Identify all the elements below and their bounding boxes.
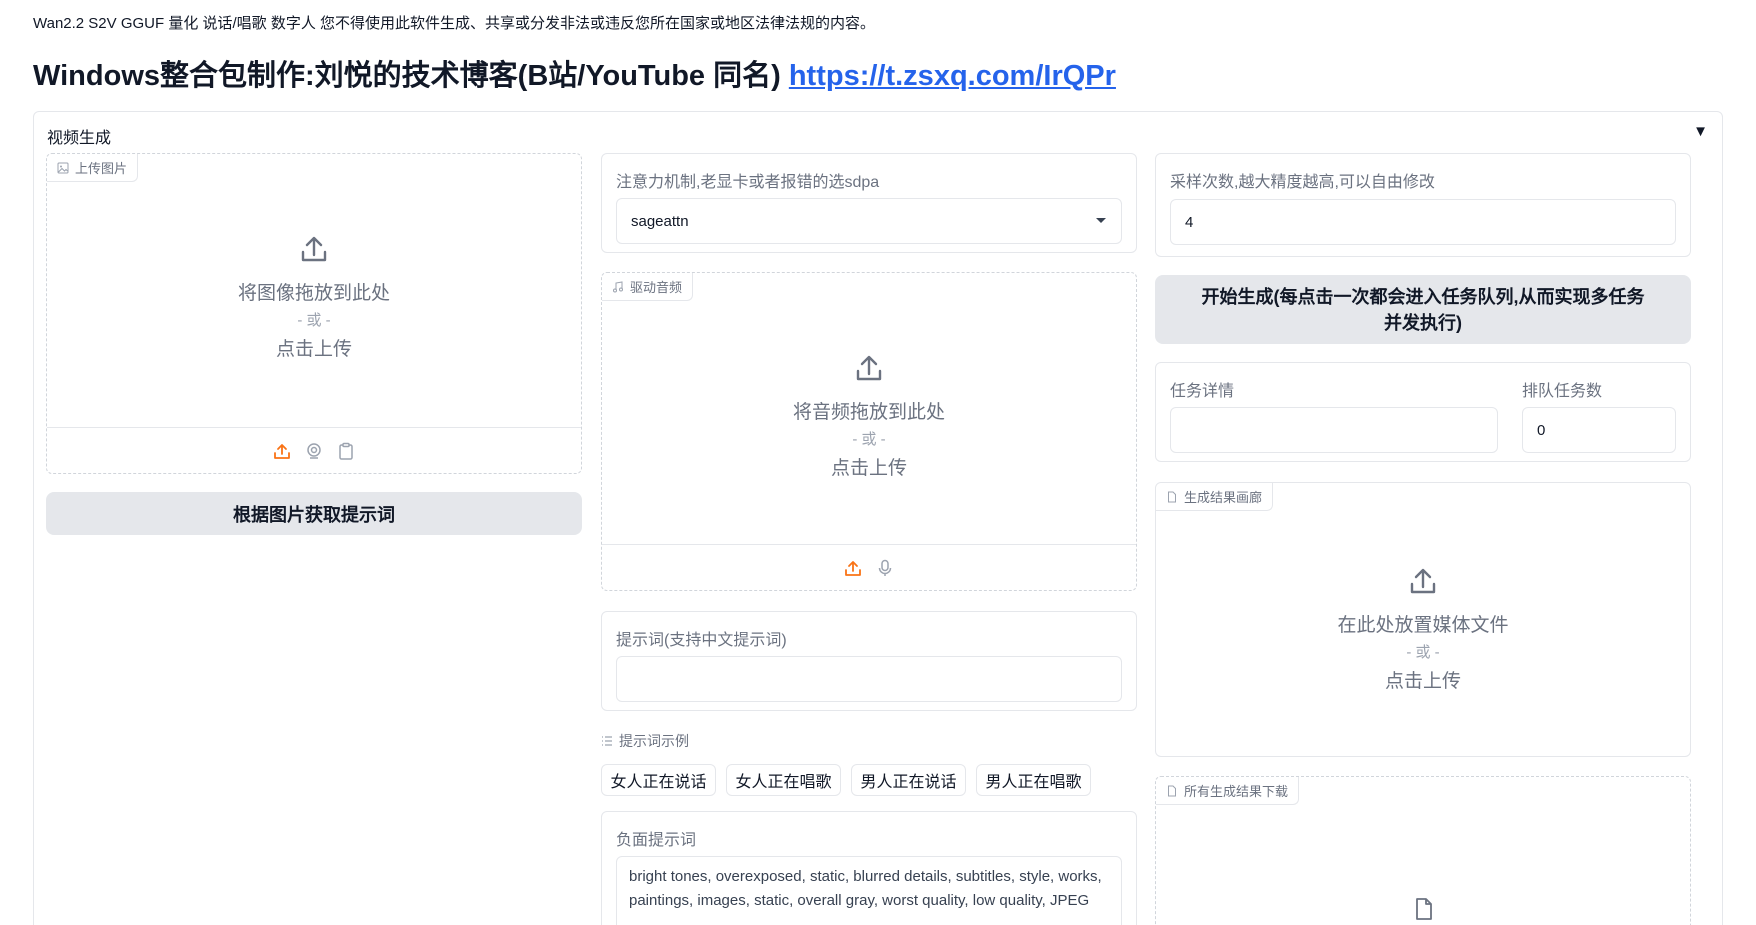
file-icon [1168,491,1176,502]
webcam-icon[interactable] [303,440,325,462]
gallery-block[interactable]: 生成结果画廊 在此处放置媒体文件 - 或 - 点击上传 [1155,482,1691,757]
audio-or-text: - 或 - [852,431,886,448]
dropdown-arrow-icon [1096,218,1106,223]
page: Wan2.2 S2V GGUF 量化 说话/唱歌 数字人 您不得使用此软件生成、… [0,0,1756,925]
example-button-man-talking[interactable]: 男人正在说话 [851,764,966,796]
image-drop-text: 将图像拖放到此处 [237,283,390,304]
image-drop-zone[interactable]: 将图像拖放到此处 - 或 - 点击上传 [47,234,581,361]
music-icon [613,280,623,292]
legal-notice: Wan2.2 S2V GGUF 量化 说话/唱歌 数字人 您不得使用此软件生成、… [33,15,875,32]
prompt-input[interactable] [616,656,1122,702]
queue-count-input[interactable]: 0 [1522,407,1676,453]
downloads-chip: 所有生成结果下载 [1156,777,1300,805]
attention-select[interactable]: sageattn [616,198,1122,244]
gallery-chip-label: 生成结果画廊 [1184,490,1263,505]
community-link[interactable]: https://t.zsxq.com/IrQPr [789,60,1116,92]
steps-input[interactable]: 4 [1170,199,1676,245]
image-upload-chip-label: 上传图片 [75,161,128,176]
file-icon [1416,898,1432,920]
task-details-input[interactable] [1170,407,1498,453]
prompt-from-image-button[interactable]: 根据图片获取提示词 [46,492,582,535]
upload-icon [1410,568,1436,594]
image-upload-area[interactable]: 上传图片 将图像拖放到此处 - 或 - 点击上传 [46,153,582,474]
gallery-chip: 生成结果画廊 [1156,483,1274,511]
task-status-block: 任务详情 排队任务数 0 [1155,362,1691,462]
image-click-text: 点击上传 [275,339,352,360]
negative-prompt-label: 负面提示词 [616,832,697,849]
task-details-label: 任务详情 [1170,383,1235,400]
image-source-toolbar [47,427,581,473]
example-button-woman-talking[interactable]: 女人正在说话 [601,764,716,796]
example-button-woman-singing[interactable]: 女人正在唱歌 [726,764,841,796]
steps-block: 采样次数,越大精度越高,可以自由修改 4 [1155,153,1691,257]
attention-label: 注意力机制,老显卡或者报错的选sdpa [616,174,880,191]
generate-button[interactable]: 开始生成(每点击一次都会进入任务队列,从而实现多任务并发执行) [1155,275,1691,344]
gallery-click-text: 点击上传 [1384,671,1461,692]
audio-click-text: 点击上传 [830,458,907,479]
page-title: Windows整合包制作:刘悦的技术博客(B站/YouTube 同名) http… [33,52,1116,94]
gallery-drop-text: 在此处放置媒体文件 [1337,615,1509,636]
example-button-man-singing[interactable]: 男人正在唱歌 [976,764,1091,796]
image-icon [57,162,69,173]
list-icon [602,736,612,746]
panel-title: 视频生成 [47,130,112,147]
page-title-text: Windows整合包制作:刘悦的技术博客(B站/YouTube 同名) [33,60,789,92]
collapse-toggle-icon[interactable]: ▼ [1693,123,1708,140]
audio-upload-chip: 驱动音频 [602,273,694,301]
steps-label: 采样次数,越大精度越高,可以自由修改 [1170,174,1435,191]
audio-upload-chip-label: 驱动音频 [630,280,683,295]
queue-count-label: 排队任务数 [1522,383,1603,400]
upload-icon[interactable] [842,557,864,579]
upload-icon [301,236,327,262]
upload-icon [856,355,882,381]
file-icon [1168,785,1176,796]
examples-header: 提示词示例 [601,731,689,751]
audio-upload-area[interactable]: 驱动音频 将音频拖放到此处 - 或 - 点击上传 [601,272,1137,591]
examples-label: 提示词示例 [619,733,689,749]
image-upload-chip: 上传图片 [47,154,139,182]
audio-source-toolbar [602,544,1136,590]
attention-block: 注意力机制,老显卡或者报错的选sdpa sageattn [601,153,1137,253]
negative-prompt-block: 负面提示词 bright tones, overexposed, static,… [601,811,1137,925]
gallery-drop-zone[interactable]: 在此处放置媒体文件 - 或 - 点击上传 [1156,566,1690,693]
gallery-or-text: - 或 - [1406,644,1440,661]
upload-icon[interactable] [271,440,293,462]
attention-selected-value: sageattn [631,212,689,230]
microphone-icon[interactable] [874,557,896,579]
downloads-chip-label: 所有生成结果下载 [1184,784,1289,799]
negative-prompt-textarea[interactable]: bright tones, overexposed, static, blurr… [616,856,1122,925]
prompt-block: 提示词(支持中文提示词) [601,611,1137,711]
downloads-block[interactable]: 所有生成结果下载 [1155,776,1691,925]
image-or-text: - 或 - [297,312,331,329]
prompt-label: 提示词(支持中文提示词) [616,632,787,649]
audio-drop-text: 将音频拖放到此处 [792,402,945,423]
clipboard-icon[interactable] [335,440,357,462]
audio-drop-zone[interactable]: 将音频拖放到此处 - 或 - 点击上传 [602,353,1136,480]
